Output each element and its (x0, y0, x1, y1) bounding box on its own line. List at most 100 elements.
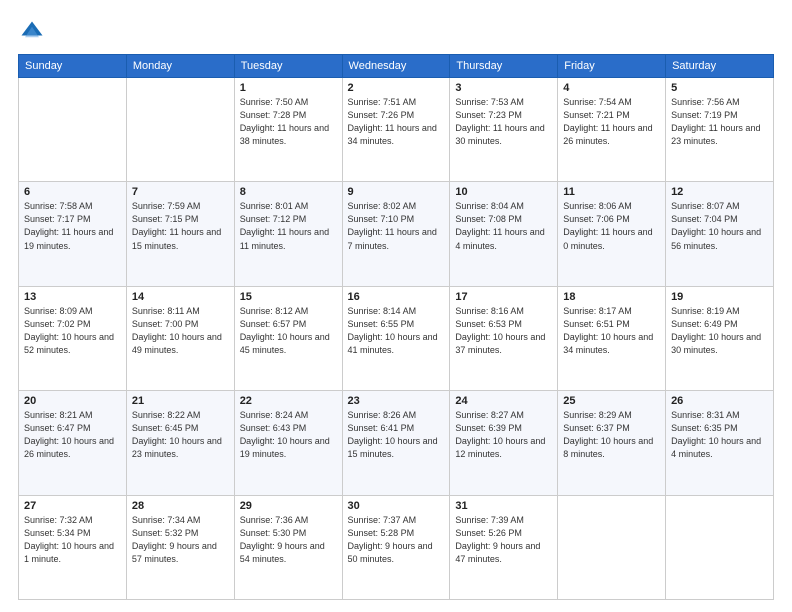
day-number: 7 (132, 186, 229, 198)
day-info: Sunrise: 8:02 AMSunset: 7:10 PMDaylight:… (348, 200, 445, 252)
day-info: Sunrise: 7:34 AMSunset: 5:32 PMDaylight:… (132, 514, 229, 566)
day-info: Sunrise: 8:11 AMSunset: 7:00 PMDaylight:… (132, 305, 229, 357)
day-number: 17 (455, 291, 552, 303)
day-info: Sunrise: 8:12 AMSunset: 6:57 PMDaylight:… (240, 305, 337, 357)
day-info: Sunrise: 7:32 AMSunset: 5:34 PMDaylight:… (24, 514, 121, 566)
week-row-2: 6Sunrise: 7:58 AMSunset: 7:17 PMDaylight… (19, 182, 774, 286)
calendar-cell: 31 Sunrise: 7:39 AMSunset: 5:26 PMDayligh… (450, 495, 558, 599)
day-info: Sunrise: 8:01 AMSunset: 7:12 PMDaylight:… (240, 200, 337, 252)
day-info: Sunrise: 7:58 AMSunset: 7:17 PMDaylight:… (24, 200, 121, 252)
week-row-1: 1 Sunrise: 7:50 AMSunset: 7:28 PMDaylight… (19, 78, 774, 182)
page: SundayMondayTuesdayWednesdayThursdayFrid… (0, 0, 792, 612)
day-number: 31 (455, 500, 552, 512)
week-row-5: 27 Sunrise: 7:32 AMSunset: 5:34 PMDayligh… (19, 495, 774, 599)
day-info: Sunrise: 7:51 AMSunset: 7:26 PMDaylight:… (348, 96, 445, 148)
calendar-cell: 5 Sunrise: 7:56 AMSunset: 7:19 PMDaylight… (666, 78, 774, 182)
day-info: Sunrise: 8:16 AMSunset: 6:53 PMDaylight:… (455, 305, 552, 357)
day-info: Sunrise: 8:21 AMSunset: 6:47 PMDaylight:… (24, 409, 121, 461)
weekday-header-saturday: Saturday (666, 55, 774, 78)
day-number: 10 (455, 186, 552, 198)
day-number: 18 (563, 291, 660, 303)
day-number: 15 (240, 291, 337, 303)
calendar-cell: 15 Sunrise: 8:12 AMSunset: 6:57 PMDayligh… (234, 286, 342, 390)
logo (18, 18, 50, 46)
day-number: 11 (563, 186, 660, 198)
day-number: 8 (240, 186, 337, 198)
calendar-cell: 1 Sunrise: 7:50 AMSunset: 7:28 PMDaylight… (234, 78, 342, 182)
calendar-cell: 24 Sunrise: 8:27 AMSunset: 6:39 PMDayligh… (450, 391, 558, 495)
day-number: 25 (563, 395, 660, 407)
day-number: 14 (132, 291, 229, 303)
day-number: 16 (348, 291, 445, 303)
weekday-header-monday: Monday (126, 55, 234, 78)
calendar-cell (19, 78, 127, 182)
calendar-table: SundayMondayTuesdayWednesdayThursdayFrid… (18, 54, 774, 600)
calendar-cell: 30Sunrise: 7:37 AMSunset: 5:28 PMDayligh… (342, 495, 450, 599)
day-info: Sunrise: 7:39 AMSunset: 5:26 PMDaylight:… (455, 514, 552, 566)
day-info: Sunrise: 8:14 AMSunset: 6:55 PMDaylight:… (348, 305, 445, 357)
calendar-cell: 18Sunrise: 8:17 AMSunset: 6:51 PMDayligh… (558, 286, 666, 390)
day-info: Sunrise: 8:31 AMSunset: 6:35 PMDaylight:… (671, 409, 768, 461)
calendar-cell: 3Sunrise: 7:53 AMSunset: 7:23 PMDaylight… (450, 78, 558, 182)
day-number: 23 (348, 395, 445, 407)
weekday-header-tuesday: Tuesday (234, 55, 342, 78)
day-info: Sunrise: 7:54 AMSunset: 7:21 PMDaylight:… (563, 96, 660, 148)
day-number: 26 (671, 395, 768, 407)
day-info: Sunrise: 8:26 AMSunset: 6:41 PMDaylight:… (348, 409, 445, 461)
day-number: 5 (671, 82, 768, 94)
calendar-cell: 25 Sunrise: 8:29 AMSunset: 6:37 PMDayligh… (558, 391, 666, 495)
weekday-header-thursday: Thursday (450, 55, 558, 78)
day-info: Sunrise: 8:29 AMSunset: 6:37 PMDaylight:… (563, 409, 660, 461)
calendar-cell: 6Sunrise: 7:58 AMSunset: 7:17 PMDaylight… (19, 182, 127, 286)
calendar-cell: 19Sunrise: 8:19 AMSunset: 6:49 PMDayligh… (666, 286, 774, 390)
calendar-cell: 7 Sunrise: 7:59 AMSunset: 7:15 PMDaylight… (126, 182, 234, 286)
calendar-cell: 20 Sunrise: 8:21 AMSunset: 6:47 PMDayligh… (19, 391, 127, 495)
week-row-4: 20 Sunrise: 8:21 AMSunset: 6:47 PMDayligh… (19, 391, 774, 495)
day-info: Sunrise: 8:27 AMSunset: 6:39 PMDaylight:… (455, 409, 552, 461)
day-info: Sunrise: 7:56 AMSunset: 7:19 PMDaylight:… (671, 96, 768, 148)
weekday-header-sunday: Sunday (19, 55, 127, 78)
calendar-cell: 12 Sunrise: 8:07 AMSunset: 7:04 PMDayligh… (666, 182, 774, 286)
calendar-cell: 10 Sunrise: 8:04 AMSunset: 7:08 PMDayligh… (450, 182, 558, 286)
day-info: Sunrise: 8:04 AMSunset: 7:08 PMDaylight:… (455, 200, 552, 252)
day-info: Sunrise: 8:09 AMSunset: 7:02 PMDaylight:… (24, 305, 121, 357)
weekday-header-friday: Friday (558, 55, 666, 78)
logo-icon (18, 18, 46, 46)
day-number: 12 (671, 186, 768, 198)
weekday-header-wednesday: Wednesday (342, 55, 450, 78)
calendar-cell: 27 Sunrise: 7:32 AMSunset: 5:34 PMDayligh… (19, 495, 127, 599)
day-info: Sunrise: 7:59 AMSunset: 7:15 PMDaylight:… (132, 200, 229, 252)
day-number: 4 (563, 82, 660, 94)
day-info: Sunrise: 7:50 AMSunset: 7:28 PMDaylight:… (240, 96, 337, 148)
calendar-cell: 14 Sunrise: 8:11 AMSunset: 7:00 PMDayligh… (126, 286, 234, 390)
calendar-cell: 28 Sunrise: 7:34 AMSunset: 5:32 PMDayligh… (126, 495, 234, 599)
calendar-cell: 11 Sunrise: 8:06 AMSunset: 7:06 PMDayligh… (558, 182, 666, 286)
calendar-cell: 8 Sunrise: 8:01 AMSunset: 7:12 PMDaylight… (234, 182, 342, 286)
day-number: 20 (24, 395, 121, 407)
calendar-cell: 26 Sunrise: 8:31 AMSunset: 6:35 PMDayligh… (666, 391, 774, 495)
calendar-cell: 22Sunrise: 8:24 AMSunset: 6:43 PMDayligh… (234, 391, 342, 495)
day-number: 13 (24, 291, 121, 303)
calendar-cell: 2 Sunrise: 7:51 AMSunset: 7:26 PMDaylight… (342, 78, 450, 182)
week-row-3: 13 Sunrise: 8:09 AMSunset: 7:02 PMDayligh… (19, 286, 774, 390)
header (18, 18, 774, 46)
calendar-cell: 21Sunrise: 8:22 AMSunset: 6:45 PMDayligh… (126, 391, 234, 495)
calendar-cell: 17 Sunrise: 8:16 AMSunset: 6:53 PMDayligh… (450, 286, 558, 390)
day-number: 24 (455, 395, 552, 407)
calendar-cell (666, 495, 774, 599)
day-number: 2 (348, 82, 445, 94)
day-number: 1 (240, 82, 337, 94)
day-number: 29 (240, 500, 337, 512)
day-info: Sunrise: 8:22 AMSunset: 6:45 PMDaylight:… (132, 409, 229, 461)
calendar-cell: 29Sunrise: 7:36 AMSunset: 5:30 PMDayligh… (234, 495, 342, 599)
day-info: Sunrise: 8:06 AMSunset: 7:06 PMDaylight:… (563, 200, 660, 252)
calendar-cell: 13 Sunrise: 8:09 AMSunset: 7:02 PMDayligh… (19, 286, 127, 390)
day-number: 9 (348, 186, 445, 198)
day-info: Sunrise: 8:07 AMSunset: 7:04 PMDaylight:… (671, 200, 768, 252)
calendar-cell: 16 Sunrise: 8:14 AMSunset: 6:55 PMDayligh… (342, 286, 450, 390)
day-number: 28 (132, 500, 229, 512)
calendar-cell (126, 78, 234, 182)
day-number: 30 (348, 500, 445, 512)
day-number: 3 (455, 82, 552, 94)
day-number: 27 (24, 500, 121, 512)
